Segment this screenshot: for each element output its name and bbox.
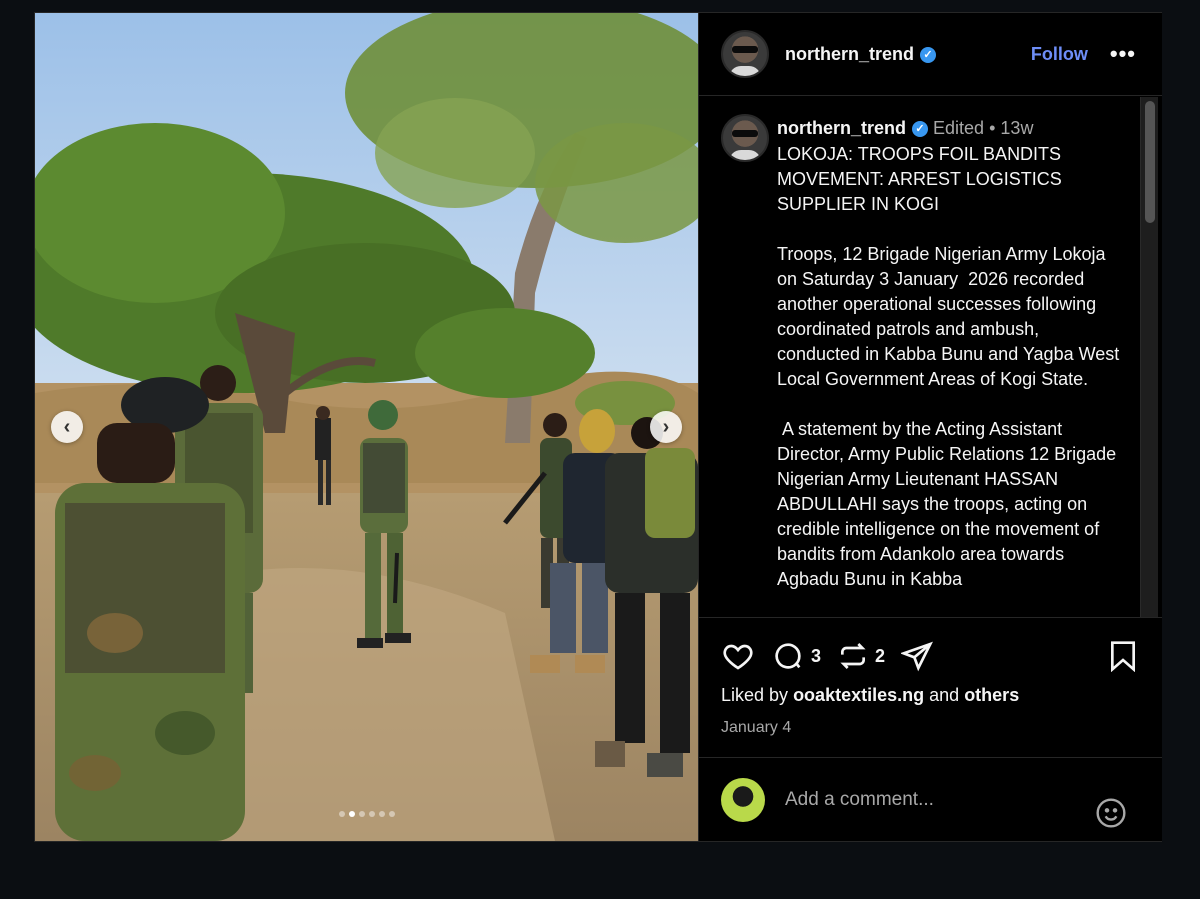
share-icon [901,641,934,672]
comment-composer [699,757,1162,841]
post-date[interactable]: January 4 [721,719,791,737]
carousel-dot [368,811,375,817]
heart-icon [723,644,753,670]
edited-label: Edited [933,118,985,138]
carousel-dot [378,811,385,817]
post-header: northern_trend ✓ Follow ••• [699,13,1162,96]
share-button[interactable] [901,640,934,672]
comment-button[interactable]: 3 [771,640,821,672]
chevron-right-icon: › [662,415,670,438]
carousel-dot [358,811,365,817]
more-icon[interactable]: ••• [1110,43,1136,65]
verified-icon: ✓ [920,46,937,63]
save-button[interactable] [1109,640,1137,677]
liked-by-others[interactable]: others [964,685,1019,705]
caption-author-avatar[interactable] [721,114,769,162]
repost-button[interactable]: 2 [837,640,885,672]
action-bar: 3 2 [721,640,949,672]
caption-body: LOKOJA: TROOPS FOIL BANDITS MOVEMENT: AR… [777,144,1120,589]
carousel-dot [388,811,395,817]
carousel-dot [338,811,345,817]
post-card: ‹ › northern_trend ✓ Follow ••• northern… [34,12,1162,842]
verified-icon: ✓ [912,121,929,138]
caption-meta: northern_trend ✓ Edited • 13w [777,117,1125,139]
time-ago[interactable]: 13w [1000,118,1033,138]
author-username-text[interactable]: northern_trend [785,44,914,64]
caption-area[interactable]: northern_trend ✓ Edited • 13w LOKOJA: TRO… [699,97,1162,617]
repost-count: 2 [875,645,886,666]
comment-icon [775,643,801,669]
author-avatar[interactable] [721,30,769,78]
caption-scrollbar[interactable] [1140,97,1158,617]
carousel-dots [35,811,698,817]
likes-summary: Liked by ooaktextiles.ng and others [721,685,1019,706]
comment-input[interactable] [783,787,1077,812]
comment-count: 3 [811,645,822,666]
follow-button[interactable]: Follow [1031,44,1088,65]
caption-username[interactable]: northern_trend [777,118,906,138]
emoji-icon[interactable] [1095,797,1127,829]
post-side-panel: northern_trend ✓ Follow ••• northern_tren… [698,13,1162,841]
chevron-left-icon: ‹ [63,415,71,438]
meta-separator: • [989,118,996,138]
caption: northern_trend ✓ Edited • 13w LOKOJA: TRO… [777,117,1125,592]
carousel-prev-button[interactable]: ‹ [51,411,83,443]
carousel-next-button[interactable]: › [650,411,682,443]
post-photo[interactable]: ‹ › [35,13,698,841]
carousel-dot [348,811,355,817]
likes-conjunction: and [929,685,960,705]
liked-by-user[interactable]: ooaktextiles.ng [793,685,924,705]
likes-prefix: Liked by [721,685,789,705]
author-username[interactable]: northern_trend ✓ [785,44,937,65]
repost-icon [840,643,866,669]
like-button[interactable] [721,640,755,672]
bookmark-icon [1111,641,1135,673]
viewer-avatar [721,777,765,822]
photo-illustration [35,13,698,841]
scrollbar-thumb[interactable] [1145,101,1155,223]
actions-area: 3 2 Liked by ooaktextiles.ng and others … [699,617,1162,758]
